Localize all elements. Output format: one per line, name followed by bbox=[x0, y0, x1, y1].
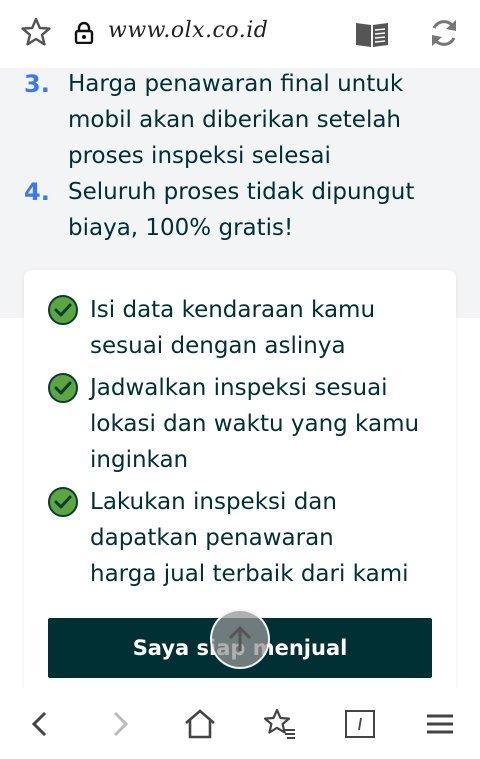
check-icon bbox=[48, 487, 78, 517]
step-text-line: Harga penawaran final untuk bbox=[68, 71, 404, 97]
forward-icon[interactable] bbox=[100, 706, 140, 742]
lock-icon bbox=[74, 21, 94, 45]
checklist-text-line: sesuai dengan aslinya bbox=[90, 333, 346, 359]
reader-mode-icon[interactable] bbox=[354, 19, 390, 49]
step-number: 4. bbox=[24, 178, 50, 206]
step-text-line: mobil akan diberikan setelah bbox=[68, 107, 402, 133]
step-item: 3. Harga penawaran final untuk mobil aka… bbox=[24, 68, 403, 174]
checklist-text-line: lokasi dan waktu yang kamu bbox=[90, 411, 420, 437]
step-text-line: biaya, 100% gratis! bbox=[68, 215, 294, 241]
checklist-text-line: inginkan bbox=[90, 447, 189, 473]
checklist-text-line: Jadwalkan inspeksi sesuai bbox=[90, 375, 388, 401]
reload-icon[interactable] bbox=[428, 16, 460, 50]
checklist-text: Jadwalkan inspeksi sesuai lokasi dan wak… bbox=[90, 370, 450, 478]
checklist-text: Lakukan inspeksi dan dapatkan penawaran … bbox=[90, 484, 450, 592]
checklist-text-line: dapatkan penawaran bbox=[90, 525, 334, 551]
star-icon[interactable] bbox=[20, 16, 52, 48]
step-text-line: Seluruh proses tidak dipungut bbox=[68, 179, 415, 205]
menu-icon[interactable] bbox=[420, 706, 460, 742]
checklist-text-line: harga jual terbaik dari kami bbox=[90, 561, 409, 587]
page-content: 3. Harga penawaran final untuk mobil aka… bbox=[0, 68, 480, 688]
check-icon bbox=[48, 295, 78, 325]
checklist-item: Jadwalkan inspeksi sesuai lokasi dan wak… bbox=[48, 370, 450, 478]
address-bar-url[interactable]: www.olx.co.id bbox=[108, 18, 268, 43]
step-number: 3. bbox=[24, 70, 50, 98]
checklist-text: Isi data kendaraan kamu sesuai dengan as… bbox=[90, 292, 450, 364]
step-text: Seluruh proses tidak dipungut biaya, 100… bbox=[68, 174, 414, 246]
check-icon bbox=[48, 373, 78, 403]
checklist-text-line: Isi data kendaraan kamu bbox=[90, 297, 376, 323]
scroll-to-top-icon bbox=[228, 626, 252, 651]
step-text: Harga penawaran final untuk mobil akan d… bbox=[68, 68, 403, 174]
tabs-icon[interactable] bbox=[340, 706, 380, 742]
browser-top-bar: www.olx.co.id bbox=[0, 0, 480, 68]
step-text-line: proses inspeksi selesai bbox=[68, 143, 331, 169]
step-item: 4. Seluruh proses tidak dipungut biaya, … bbox=[24, 174, 414, 246]
checklist-item: Isi data kendaraan kamu sesuai dengan as… bbox=[48, 292, 450, 364]
checklist-item: Lakukan inspeksi dan dapatkan penawaran … bbox=[48, 484, 450, 592]
bookmarks-icon[interactable] bbox=[260, 706, 300, 742]
checklist-text-line: Lakukan inspeksi dan bbox=[90, 489, 337, 515]
browser-bottom-bar bbox=[0, 688, 480, 759]
home-icon[interactable] bbox=[180, 706, 220, 742]
scroll-to-top-button[interactable] bbox=[210, 609, 270, 669]
back-icon[interactable] bbox=[20, 706, 60, 742]
